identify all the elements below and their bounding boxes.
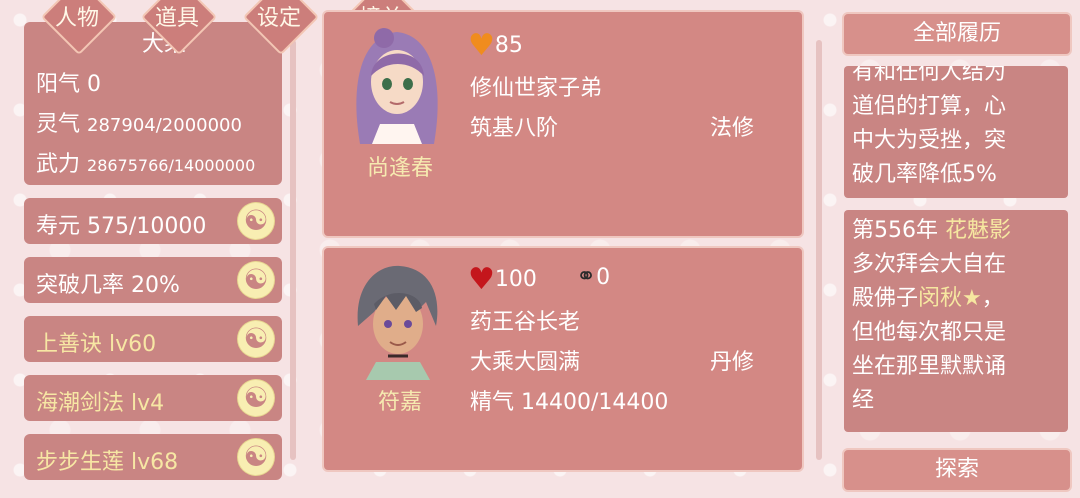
history-log-entry: 有和任何人结为 道侣的打算，心 中大为受挫，突 破几率降低5% — [844, 66, 1068, 198]
yangqi-stat: 阳气 0 — [36, 66, 101, 98]
wuli-value: 28675766/14000000 — [87, 156, 256, 175]
left-scrollbar[interactable] — [290, 40, 296, 460]
yangqi-value: 0 — [87, 72, 102, 97]
tab-settings[interactable]: 设定 — [242, 0, 320, 56]
character-link[interactable]: 闵秋★ — [918, 286, 982, 311]
wuli-stat: 武力 28675766/14000000 — [36, 146, 255, 178]
character-portrait[interactable] — [350, 262, 444, 380]
skill-label: 海潮剑法 lv4 — [36, 391, 165, 416]
log-year: 第556年 — [852, 218, 945, 243]
log-line: 有和任何人结为 — [852, 66, 1007, 85]
female-portrait-icon — [356, 28, 438, 144]
skill-label: 步步生莲 lv68 — [36, 450, 179, 475]
log-line: 道侣的打算，心 — [852, 94, 1007, 119]
log-fragment: ， — [981, 286, 1004, 311]
tab-label: 人物 — [54, 6, 99, 31]
character-realm: 筑基八阶 — [470, 116, 559, 141]
log-text: 第556年 花魅影 多次拜会大自在 殿佛子闵秋★， 但他每次都只是 坐在那里默默… — [852, 214, 1058, 418]
breakthrough-label: 突破几率 20% — [36, 273, 180, 298]
lingqi-label: 灵气 — [36, 112, 81, 137]
log-line: 破几率降低5% — [852, 162, 997, 187]
skill-button-haichao[interactable]: 海潮剑法 lv4 ☯ — [24, 375, 282, 421]
heart-icon: ♥ — [468, 262, 495, 297]
character-path: 丹修 — [710, 350, 755, 375]
male-portrait-icon — [357, 265, 438, 380]
character-path: 法修 — [710, 116, 755, 141]
explore-button[interactable]: 探索 — [842, 448, 1072, 492]
lifespan-button[interactable]: 寿元 575/10000 ☯ — [24, 198, 282, 244]
log-line: 殿佛子闵秋★， — [852, 282, 1058, 316]
heart-icon: ♥ — [468, 28, 495, 63]
affection-value: 100 — [494, 267, 537, 292]
character-name: 符嘉 — [377, 390, 422, 415]
affection-value: 85 — [494, 33, 523, 58]
log-line: 坐在那里默默诵 — [852, 354, 1007, 379]
yinyang-icon[interactable]: ☯ — [238, 380, 274, 416]
handcuffs-icon: ⚭ — [576, 262, 597, 290]
log-line: 但他每次都只是 — [852, 320, 1007, 345]
character-realm: 大乘大圆满 — [470, 350, 581, 375]
character-portrait[interactable] — [350, 26, 444, 144]
log-line: 第556年 花魅影 — [852, 214, 1058, 248]
log-line: 经 — [852, 388, 875, 413]
yinyang-icon[interactable]: ☯ — [238, 203, 274, 239]
log-line: 多次拜会大自在 — [852, 252, 1007, 277]
character-essence: 精气 14400/14400 — [470, 390, 669, 415]
tab-label: 道具 — [154, 6, 199, 31]
character-link[interactable]: 花魅影 — [945, 218, 1011, 243]
tab-label: 设定 — [256, 6, 301, 31]
yinyang-icon[interactable]: ☯ — [238, 321, 274, 357]
wuli-label: 武力 — [36, 152, 81, 177]
tab-items[interactable]: 道具 — [140, 0, 218, 56]
log-text: 有和任何人结为 道侣的打算，心 中大为受挫，突 破几率降低5% — [852, 66, 1058, 192]
log-fragment: 殿佛子 — [852, 286, 919, 311]
character-background: 药王谷长老 — [470, 310, 581, 335]
breakthrough-button[interactable]: 突破几率 20% ☯ — [24, 257, 282, 303]
tab-character[interactable]: 人物 — [40, 0, 118, 56]
affection-indicator: ♥85 — [468, 28, 523, 63]
character-card[interactable]: 符嘉 ♥100 ⚭0 药王谷长老 大乘大圆满 丹修 精气 14400/14400 — [322, 246, 804, 472]
yinyang-icon[interactable]: ☯ — [238, 262, 274, 298]
yangqi-label: 阳气 — [36, 72, 81, 97]
all-history-button[interactable]: 全部履历 — [842, 12, 1072, 56]
lingqi-value: 287904/2000000 — [87, 115, 242, 136]
skill-button-bubu[interactable]: 步步生莲 lv68 ☯ — [24, 434, 282, 480]
yinyang-icon[interactable]: ☯ — [238, 439, 274, 475]
log-line: 中大为受挫，突 — [852, 128, 1007, 153]
lifespan-label: 寿元 575/10000 — [36, 214, 207, 239]
character-card[interactable]: 尚逢春 ♥85 修仙世家子弟 筑基八阶 法修 — [322, 10, 804, 238]
character-name: 尚逢春 — [366, 156, 433, 181]
skill-button-shangshan[interactable]: 上善诀 lv60 ☯ — [24, 316, 282, 362]
lingqi-stat: 灵气 287904/2000000 — [36, 106, 242, 138]
character-background: 修仙世家子弟 — [470, 76, 603, 101]
history-log-entry: 第556年 花魅影 多次拜会大自在 殿佛子闵秋★， 但他每次都只是 坐在那里默默… — [844, 210, 1068, 432]
middle-scrollbar[interactable] — [816, 40, 822, 460]
skill-label: 上善诀 lv60 — [36, 332, 157, 357]
bond-indicator: ⚭0 — [576, 262, 610, 290]
bond-value: 0 — [596, 265, 611, 290]
affection-indicator: ♥100 — [468, 262, 537, 297]
